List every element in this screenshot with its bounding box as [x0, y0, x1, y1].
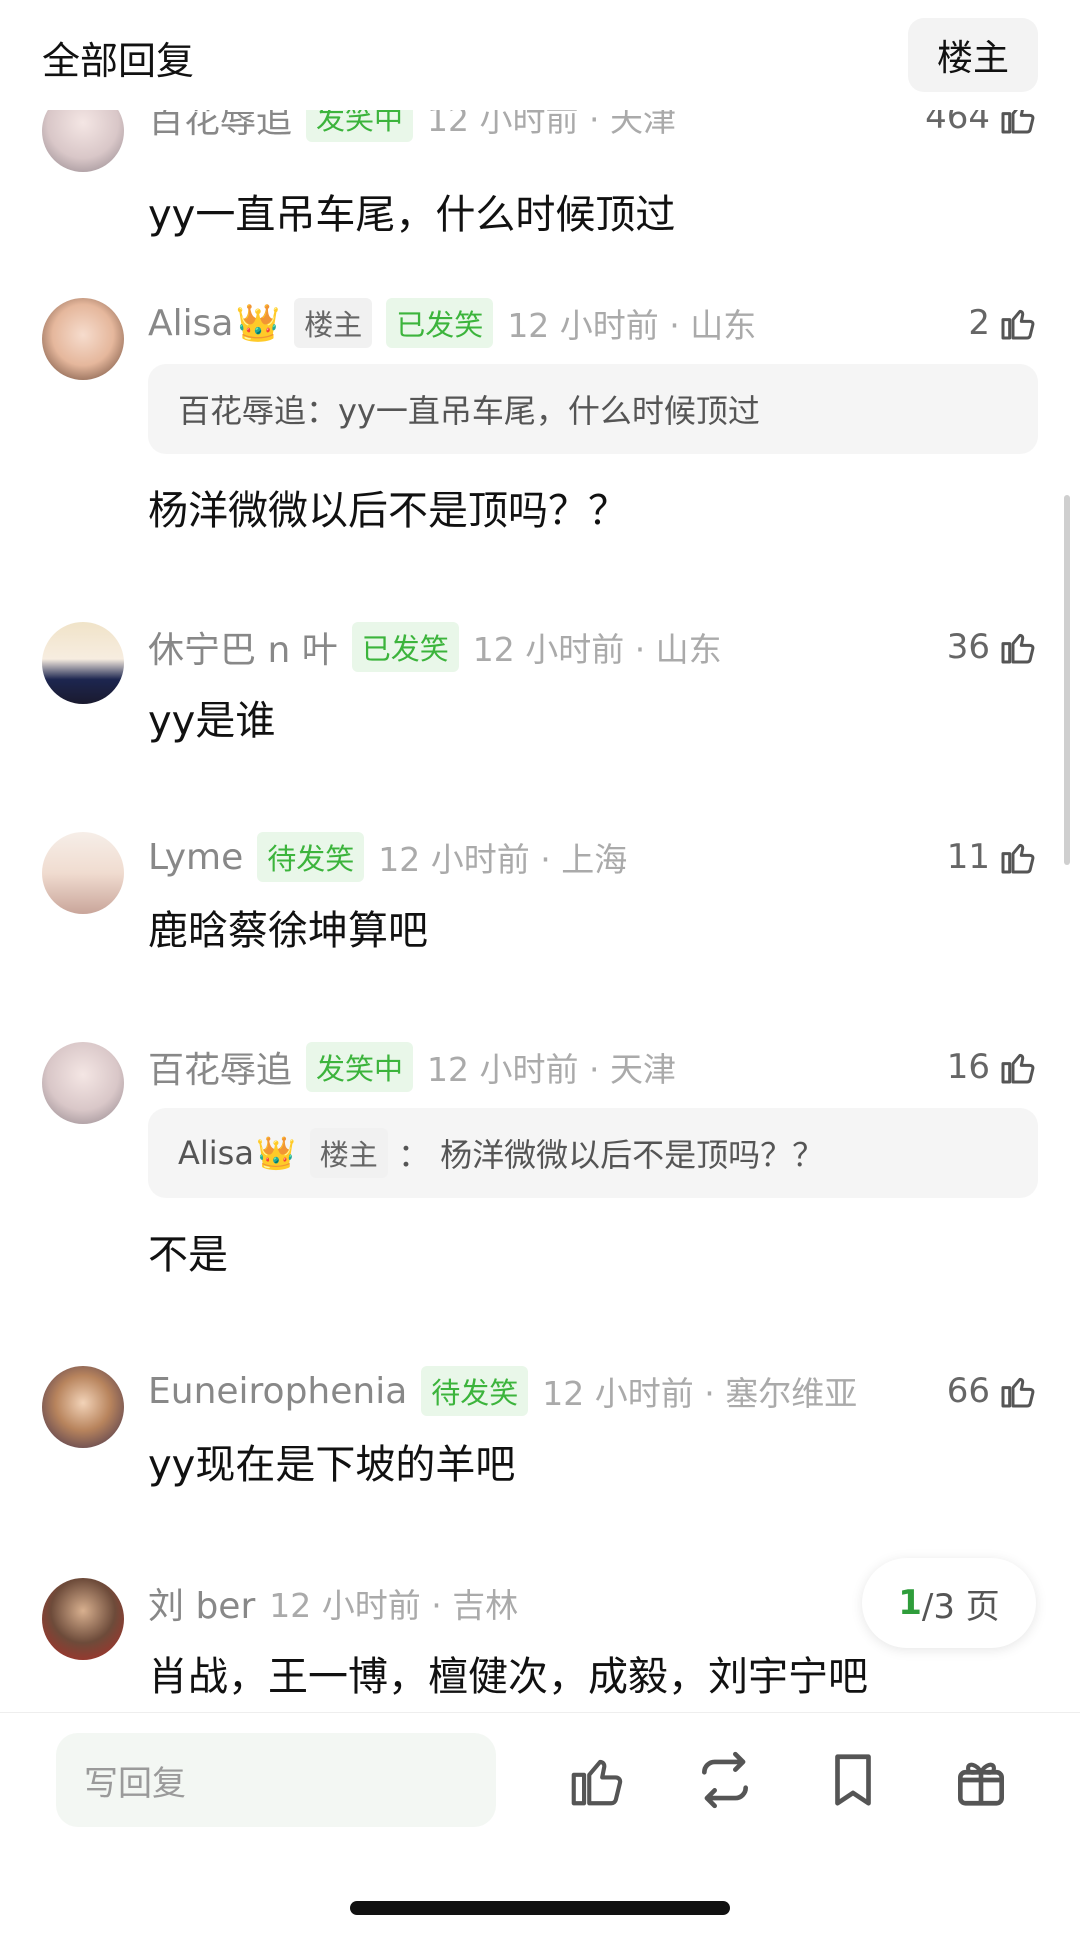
avatar[interactable]: [42, 832, 124, 914]
like-count: 2: [968, 303, 990, 343]
repost-icon[interactable]: [694, 1749, 756, 1811]
page-total: /3 页: [921, 1586, 1000, 1627]
status-badge: 发笑中: [306, 1042, 414, 1092]
avatar[interactable]: [42, 622, 124, 704]
like-count: 36: [946, 627, 990, 667]
timestamp-location: 12 小时前 · 塞尔维亚: [542, 1374, 858, 1413]
bookmark-icon[interactable]: [822, 1749, 884, 1811]
comment-text: yy一直吊车尾，什么时候顶过: [148, 192, 676, 238]
home-indicator[interactable]: [350, 1901, 730, 1915]
like-button[interactable]: 66: [947, 1366, 1038, 1416]
thumbs-up-icon[interactable]: [566, 1749, 628, 1811]
avatar[interactable]: [42, 298, 124, 380]
username[interactable]: Euneirophenia: [148, 1371, 407, 1412]
like-count: 16: [946, 1047, 990, 1087]
like-button[interactable]: 2: [968, 298, 1038, 348]
quote-username: Alisa: [178, 1134, 254, 1172]
like-button[interactable]: 16: [947, 1042, 1038, 1092]
status-badge: 已发笑: [386, 298, 494, 348]
status-badge: 待发笑: [257, 832, 365, 882]
avatar[interactable]: [42, 1578, 124, 1660]
page-current: 1: [898, 1583, 922, 1623]
page-indicator[interactable]: 1 /3 页: [862, 1558, 1036, 1648]
page-title: 全部回复: [42, 39, 195, 83]
owner-badge: 楼主: [294, 298, 373, 348]
username[interactable]: 休宁巴 n 叶: [148, 621, 338, 673]
crown-icon: 👑: [235, 303, 281, 344]
thumbs-up-icon: [1001, 309, 1035, 340]
comment-text: 杨洋微微以后不是顶吗？？: [148, 488, 628, 534]
bottom-action-bar: 写回复: [0, 1712, 1080, 1940]
crown-icon: 👑: [255, 1134, 296, 1172]
reply-input[interactable]: 写回复: [56, 1733, 496, 1827]
comment-text: yy是谁: [148, 698, 276, 744]
like-count: 11: [946, 837, 990, 877]
quote-text: yy一直吊车尾，什么时候顶过: [338, 392, 760, 430]
thumbs-up-icon: [1001, 843, 1035, 874]
avatar[interactable]: [42, 1042, 124, 1124]
timestamp-location: 12 小时前 · 山东: [507, 306, 757, 345]
like-button[interactable]: 36: [947, 622, 1038, 672]
timestamp-location: 12 小时前 · 上海: [378, 840, 628, 879]
quoted-reply[interactable]: Alisa 👑 楼主 ： 杨洋微微以后不是顶吗？？: [148, 1108, 1038, 1198]
quote-username: 百花辱追: [178, 392, 307, 430]
timestamp-location: 12 小时前 · 山东: [472, 630, 722, 669]
owner-badge: 楼主: [309, 1128, 388, 1178]
quote-text: 杨洋微微以后不是顶吗？？: [440, 1136, 825, 1174]
username[interactable]: 百花辱追: [148, 1041, 292, 1093]
thumbs-up-icon: [1001, 633, 1035, 664]
comment-text: 不是: [148, 1232, 228, 1278]
avatar[interactable]: [42, 1366, 124, 1448]
header: 全部回复 楼主: [0, 0, 1080, 110]
timestamp-location: 12 小时前 · 吉林: [269, 1586, 519, 1625]
username[interactable]: Lyme: [148, 837, 243, 878]
gift-icon[interactable]: [950, 1749, 1012, 1811]
comment-text: 鹿晗蔡徐坤算吧: [148, 908, 428, 954]
username[interactable]: 刘 ber: [148, 1577, 255, 1629]
status-badge: 待发笑: [421, 1366, 529, 1416]
like-button[interactable]: 11: [947, 832, 1038, 882]
timestamp-location: 12 小时前 · 天津: [427, 1050, 676, 1089]
status-badge: 已发笑: [351, 622, 459, 672]
quoted-reply[interactable]: 百花辱追 ： yy一直吊车尾，什么时候顶过: [148, 364, 1038, 454]
username[interactable]: Alisa: [148, 303, 233, 344]
thumbs-up-icon: [1001, 1377, 1035, 1408]
like-count: 66: [946, 1371, 990, 1411]
comment-text: yy现在是下坡的羊吧: [148, 1442, 516, 1488]
owner-only-button[interactable]: 楼主: [908, 18, 1038, 92]
thumbs-up-icon: [1001, 1053, 1035, 1084]
scrollbar[interactable]: [1064, 495, 1070, 865]
comment-text: 肖战，王一博，檀健次，成毅，刘宇宁吧: [148, 1654, 868, 1700]
